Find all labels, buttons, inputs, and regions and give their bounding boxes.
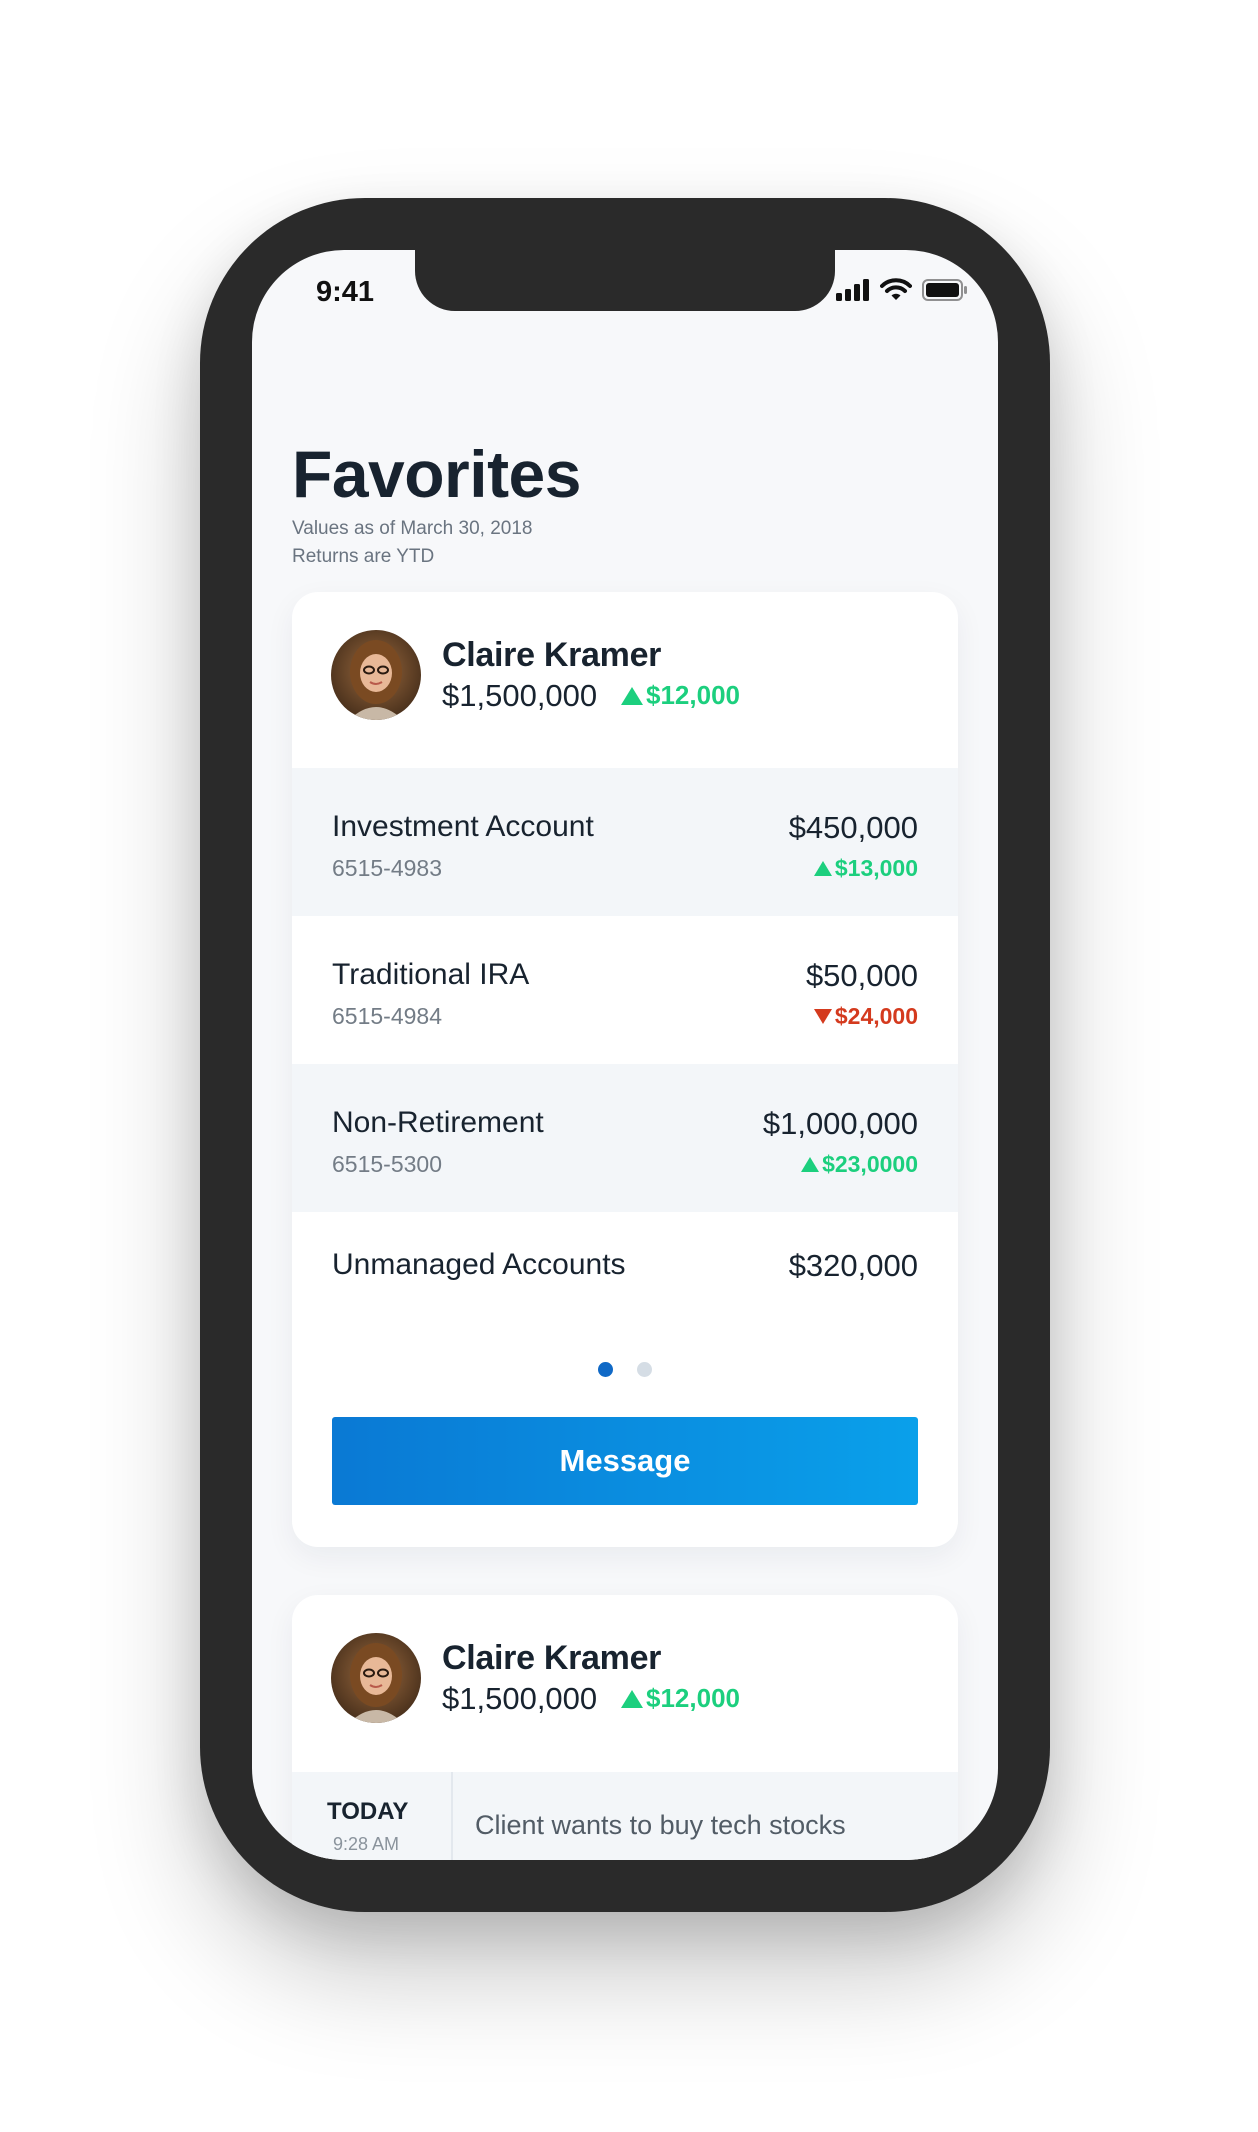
account-change-value: $23,0000 — [822, 1151, 918, 1177]
client-change-value: $12,000 — [646, 680, 740, 710]
wifi-icon — [880, 278, 912, 307]
account-number: 6515-5300 — [332, 1151, 442, 1177]
note-time: 9:28 AM — [333, 1834, 400, 1854]
favorite-client-card[interactable]: Claire Kramer $1,500,000 $12,000 TODAY 9… — [292, 1595, 958, 1860]
account-value: $50,000 — [805, 958, 918, 993]
account-change: $24,000 — [813, 1003, 918, 1030]
account-number: 6515-4984 — [332, 1003, 442, 1029]
account-change: $23,0000 — [801, 1151, 918, 1178]
client-change: $12,000 — [621, 1683, 740, 1714]
client-change-value: $12,000 — [646, 1683, 740, 1713]
note-text: Client wants to buy tech stocks — [475, 1810, 846, 1840]
device-notch — [415, 250, 835, 311]
client-note-row[interactable]: TODAY 9:28 AM Client wants to buy tech s… — [292, 1772, 958, 1860]
values-as-of-text: Values as of March 30, 2018 — [292, 518, 533, 539]
account-value: $1,000,000 — [762, 1106, 918, 1141]
favorite-client-card[interactable]: Claire Kramer $1,500,000 $12,000 Investm… — [292, 592, 958, 1547]
client-name: Claire Kramer — [442, 1639, 662, 1677]
pagination-dot[interactable] — [637, 1362, 652, 1377]
account-value: $450,000 — [788, 810, 918, 845]
trend-down-icon — [813, 1009, 832, 1024]
account-row-non-retirement[interactable]: Non-Retirement 6515-5300 $1,000,000 $23,… — [292, 1064, 958, 1212]
client-avatar[interactable] — [331, 630, 421, 720]
account-value: $320,000 — [788, 1248, 918, 1283]
trend-up-icon — [621, 686, 643, 705]
pagination-dot-active[interactable] — [598, 1362, 613, 1377]
message-button[interactable]: Message — [332, 1417, 918, 1505]
page-title: Favorites — [292, 437, 581, 511]
client-change: $12,000 — [621, 680, 740, 711]
account-name: Investment Account — [332, 810, 594, 843]
account-change: $13,000 — [813, 855, 918, 882]
account-name: Traditional IRA — [332, 958, 530, 991]
client-name: Claire Kramer — [442, 636, 662, 674]
client-total-value: $1,500,000 — [442, 1681, 598, 1716]
note-day: TODAY — [327, 1798, 409, 1825]
account-number: 6515-4983 — [332, 855, 442, 881]
cellular-signal-icon — [836, 279, 870, 306]
trend-up-icon — [621, 1689, 643, 1708]
account-row-traditional-ira[interactable]: Traditional IRA 6515-4984 $50,000 $24,00… — [292, 916, 958, 1064]
trend-up-icon — [813, 861, 832, 876]
client-total-value: $1,500,000 — [442, 678, 598, 713]
battery-icon — [922, 279, 968, 306]
returns-note-text: Returns are YTD — [292, 546, 435, 567]
trend-up-icon — [801, 1157, 820, 1172]
status-icons — [836, 278, 968, 307]
client-avatar[interactable] — [331, 1633, 421, 1723]
phone-frame: 9:41 Favorites Values as of March 30, 20… — [200, 198, 1050, 1912]
account-row-unmanaged[interactable]: Unmanaged Accounts $320,000 — [292, 1212, 958, 1312]
account-change-value: $13,000 — [834, 855, 918, 881]
account-name: Unmanaged Accounts — [332, 1248, 626, 1281]
account-row-investment[interactable]: Investment Account 6515-4983 $450,000 $1… — [292, 768, 958, 916]
account-change-value: $24,000 — [834, 1003, 918, 1029]
note-divider — [451, 1772, 453, 1860]
app-screen: 9:41 Favorites Values as of March 30, 20… — [252, 250, 998, 1860]
account-name: Non-Retirement — [332, 1106, 544, 1139]
pagination-dots — [292, 1362, 958, 1377]
status-time: 9:41 — [316, 276, 375, 308]
